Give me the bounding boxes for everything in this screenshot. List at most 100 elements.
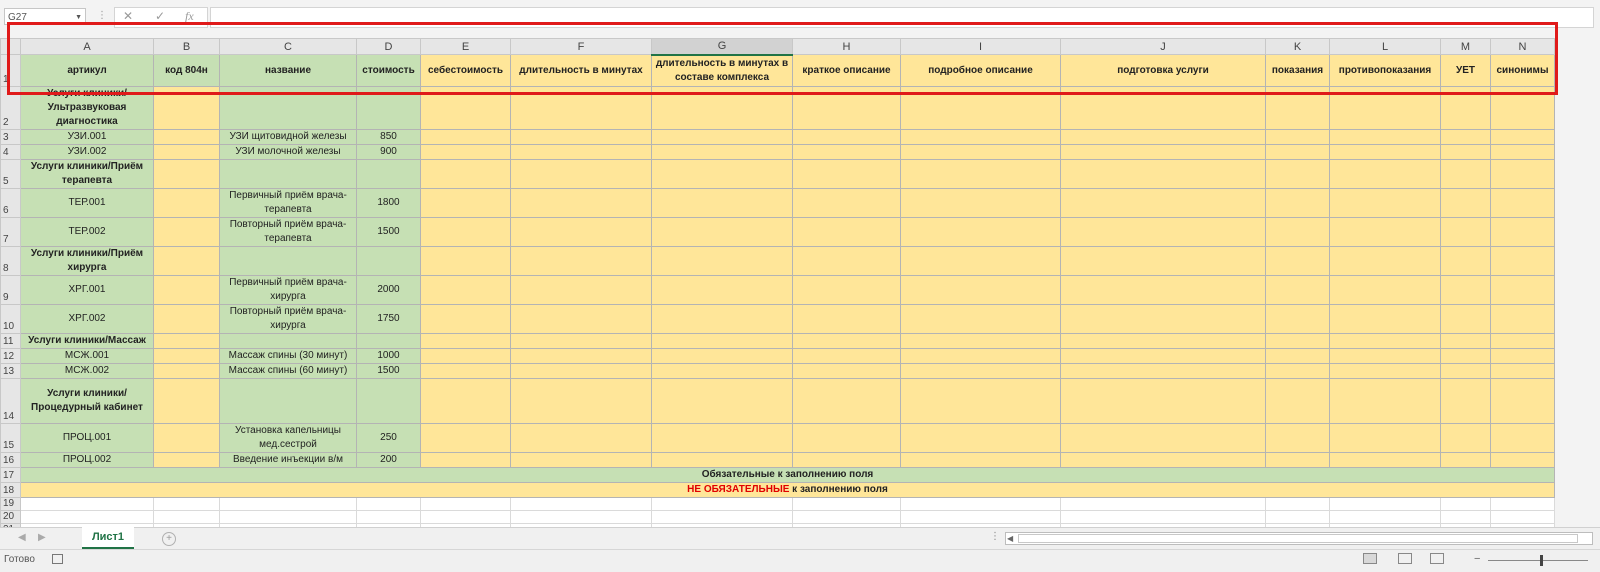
cell[interactable] [420, 497, 511, 511]
column-header-g[interactable]: G [651, 38, 793, 56]
column-header-k[interactable]: K [1265, 38, 1330, 55]
cell[interactable] [1060, 304, 1266, 334]
cell[interactable] [900, 144, 1061, 160]
header-cell-g[interactable]: длительность в минутах в составе комплек… [651, 54, 793, 87]
code-cell[interactable] [153, 378, 220, 424]
cell[interactable] [420, 333, 511, 349]
cell[interactable] [420, 378, 511, 424]
cell[interactable] [1440, 497, 1491, 511]
cell[interactable] [651, 144, 793, 160]
cell[interactable] [1265, 159, 1330, 189]
cell[interactable] [1265, 144, 1330, 160]
cell[interactable] [153, 497, 220, 511]
column-header-l[interactable]: L [1329, 38, 1441, 55]
price-cell[interactable]: 2000 [356, 275, 421, 305]
cell[interactable] [1060, 159, 1266, 189]
article-cell[interactable]: МСЖ.002 [20, 363, 154, 379]
price-cell[interactable]: 1000 [356, 348, 421, 364]
cell[interactable] [792, 304, 901, 334]
name-box[interactable]: G27 ▼ [4, 8, 86, 25]
cell[interactable] [900, 333, 1061, 349]
column-header-c[interactable]: C [219, 38, 357, 55]
row-header[interactable]: 6 [0, 188, 21, 218]
cell[interactable] [1265, 217, 1330, 247]
row-header[interactable]: 13 [0, 363, 21, 379]
article-cell[interactable]: УЗИ.001 [20, 129, 154, 145]
cell[interactable] [1329, 452, 1441, 468]
cell[interactable] [651, 275, 793, 305]
cell[interactable] [1060, 348, 1266, 364]
article-cell[interactable]: МСЖ.001 [20, 348, 154, 364]
normal-view-icon[interactable] [1363, 553, 1377, 564]
cell[interactable] [510, 144, 652, 160]
cell[interactable] [1265, 510, 1330, 524]
cell[interactable] [1329, 363, 1441, 379]
select-all-corner[interactable] [0, 38, 21, 55]
cell[interactable] [1329, 510, 1441, 524]
cell[interactable] [651, 348, 793, 364]
cell[interactable] [510, 378, 652, 424]
code-cell[interactable] [153, 452, 220, 468]
cell[interactable] [1490, 144, 1555, 160]
row-header[interactable]: 17 [0, 467, 21, 483]
cell[interactable] [1490, 510, 1555, 524]
article-cell[interactable]: Услуги клиники/Процедурный кабинет [20, 378, 154, 424]
cell[interactable] [651, 333, 793, 349]
cell[interactable] [510, 510, 652, 524]
cell[interactable] [1265, 348, 1330, 364]
chevron-down-icon[interactable]: ▼ [75, 9, 82, 26]
cancel-icon[interactable]: ✕ [123, 9, 133, 23]
cell[interactable] [420, 86, 511, 130]
cell[interactable] [1490, 129, 1555, 145]
cell[interactable] [420, 188, 511, 218]
name-cell[interactable]: Массаж спины (60 минут) [219, 363, 357, 379]
code-cell[interactable] [153, 144, 220, 160]
cell[interactable] [1490, 363, 1555, 379]
cell[interactable] [1329, 378, 1441, 424]
cell[interactable] [900, 363, 1061, 379]
cell[interactable] [792, 144, 901, 160]
cell[interactable] [792, 129, 901, 145]
cell[interactable] [420, 275, 511, 305]
cell[interactable] [1440, 188, 1491, 218]
code-cell[interactable] [153, 217, 220, 247]
price-cell[interactable]: 200 [356, 452, 421, 468]
zoom-slider[interactable] [1488, 560, 1588, 561]
column-header-d[interactable]: D [356, 38, 421, 55]
column-header-h[interactable]: H [792, 38, 901, 55]
article-cell[interactable]: ХРГ.002 [20, 304, 154, 334]
cell[interactable] [900, 275, 1061, 305]
cell[interactable] [1490, 378, 1555, 424]
legend-optional[interactable]: НЕ ОБЯЗАТЕЛЬНЫЕ к заполнению поля [20, 482, 1555, 498]
cell[interactable] [1490, 217, 1555, 247]
cell[interactable] [1060, 510, 1266, 524]
cell[interactable] [1490, 497, 1555, 511]
prev-sheet-icon[interactable]: ◀ [18, 532, 26, 543]
cell[interactable] [792, 423, 901, 453]
cell[interactable] [510, 188, 652, 218]
code-cell[interactable] [153, 363, 220, 379]
cell[interactable] [1490, 333, 1555, 349]
cell[interactable] [1265, 333, 1330, 349]
cell[interactable] [1329, 129, 1441, 145]
cell[interactable] [1440, 86, 1491, 130]
column-header-m[interactable]: M [1440, 38, 1491, 55]
cell[interactable] [1440, 452, 1491, 468]
cell[interactable] [1329, 246, 1441, 276]
article-cell[interactable]: ПРОЦ.002 [20, 452, 154, 468]
cell[interactable] [1440, 275, 1491, 305]
cell[interactable] [900, 304, 1061, 334]
cell[interactable] [900, 159, 1061, 189]
name-cell[interactable]: Введение инъекции в/м [219, 452, 357, 468]
scrollbar-thumb[interactable] [1018, 534, 1578, 543]
cell[interactable] [1265, 497, 1330, 511]
name-cell[interactable]: УЗИ щитовидной железы [219, 129, 357, 145]
cell[interactable] [1490, 188, 1555, 218]
row-header[interactable]: 11 [0, 333, 21, 349]
cell[interactable] [1329, 217, 1441, 247]
cell[interactable] [510, 452, 652, 468]
cell[interactable] [1440, 348, 1491, 364]
cell[interactable] [1490, 159, 1555, 189]
cell[interactable] [1265, 188, 1330, 218]
cell[interactable] [900, 452, 1061, 468]
